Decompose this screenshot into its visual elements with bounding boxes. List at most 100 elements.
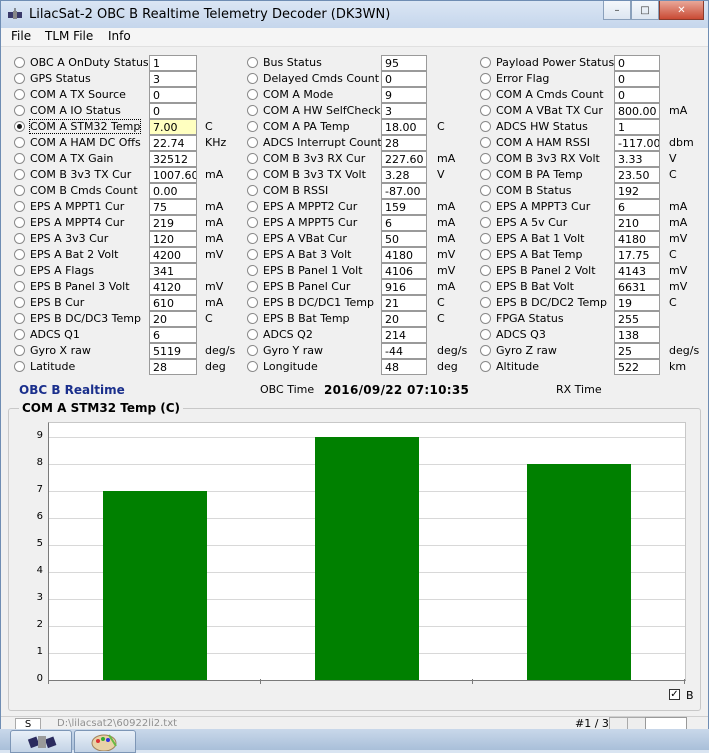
close-button[interactable]: ✕ [659, 1, 704, 20]
telemetry-radio[interactable] [14, 105, 25, 116]
telemetry-radio[interactable] [14, 153, 25, 164]
telemetry-row[interactable]: EPS A Flags 341 [14, 263, 242, 279]
telemetry-row[interactable]: EPS B Panel 3 Volt 4120 mV [14, 279, 242, 295]
telemetry-radio[interactable] [480, 105, 491, 116]
telemetry-radio[interactable] [480, 89, 491, 100]
telemetry-row[interactable]: EPS B Panel 1 Volt 4106 mV [247, 263, 475, 279]
telemetry-row[interactable]: Bus Status 95 [247, 55, 475, 71]
menu-info[interactable]: Info [108, 29, 131, 43]
menu-file[interactable]: File [11, 29, 31, 43]
telemetry-radio[interactable] [480, 313, 491, 324]
telemetry-radio[interactable] [247, 313, 258, 324]
telemetry-radio[interactable] [480, 345, 491, 356]
legend-checkbox[interactable]: ✓ [669, 689, 680, 700]
telemetry-radio[interactable] [14, 249, 25, 260]
telemetry-radio[interactable] [480, 249, 491, 260]
telemetry-row[interactable]: ADCS Q3 138 [480, 327, 708, 343]
telemetry-radio[interactable] [247, 169, 258, 180]
minimize-button[interactable]: – [603, 1, 631, 20]
telemetry-row[interactable]: Gyro Z raw 25 deg/s [480, 343, 708, 359]
telemetry-radio[interactable] [14, 121, 25, 132]
telemetry-row[interactable]: Longitude 48 deg [247, 359, 475, 375]
telemetry-radio[interactable] [247, 233, 258, 244]
telemetry-row[interactable]: ADCS HW Status 1 [480, 119, 708, 135]
telemetry-radio[interactable] [247, 281, 258, 292]
telemetry-row[interactable]: EPS A MPPT1 Cur 75 mA [14, 199, 242, 215]
telemetry-row[interactable]: EPS A Bat 1 Volt 4180 mV [480, 231, 708, 247]
telemetry-row[interactable]: COM A HAM RSSI -117.00 dbm [480, 135, 708, 151]
telemetry-row[interactable]: EPS B Panel 2 Volt 4143 mV [480, 263, 708, 279]
telemetry-row[interactable]: Gyro Y raw -44 deg/s [247, 343, 475, 359]
telemetry-radio[interactable] [14, 217, 25, 228]
telemetry-row[interactable]: COM A PA Temp 18.00 C [247, 119, 475, 135]
telemetry-radio[interactable] [14, 265, 25, 276]
telemetry-radio[interactable] [14, 281, 25, 292]
telemetry-radio[interactable] [247, 249, 258, 260]
telemetry-row[interactable]: COM B RSSI -87.00 [247, 183, 475, 199]
telemetry-radio[interactable] [14, 137, 25, 148]
telemetry-radio[interactable] [247, 297, 258, 308]
telemetry-radio[interactable] [247, 153, 258, 164]
telemetry-radio[interactable] [247, 105, 258, 116]
telemetry-row[interactable]: ADCS Interrupt Count 28 [247, 135, 475, 151]
telemetry-row[interactable]: Error Flag 0 [480, 71, 708, 87]
telemetry-radio[interactable] [247, 345, 258, 356]
telemetry-radio[interactable] [480, 121, 491, 132]
telemetry-radio[interactable] [480, 233, 491, 244]
telemetry-row[interactable]: EPS A VBat Cur 50 mA [247, 231, 475, 247]
telemetry-radio[interactable] [247, 137, 258, 148]
telemetry-radio[interactable] [14, 329, 25, 340]
telemetry-radio[interactable] [14, 361, 25, 372]
telemetry-row[interactable]: EPS B DC/DC3 Temp 20 C [14, 311, 242, 327]
telemetry-row[interactable]: EPS B DC/DC2 Temp 19 C [480, 295, 708, 311]
telemetry-row[interactable]: COM A Mode 9 [247, 87, 475, 103]
telemetry-row[interactable]: FPGA Status 255 [480, 311, 708, 327]
telemetry-radio[interactable] [14, 169, 25, 180]
telemetry-row[interactable]: COM B PA Temp 23.50 C [480, 167, 708, 183]
telemetry-row[interactable]: EPS B Bat Temp 20 C [247, 311, 475, 327]
telemetry-row[interactable]: EPS B Panel Cur 916 mA [247, 279, 475, 295]
telemetry-radio[interactable] [247, 57, 258, 68]
telemetry-row[interactable]: EPS B Cur 610 mA [14, 295, 242, 311]
telemetry-radio[interactable] [14, 185, 25, 196]
telemetry-radio[interactable] [480, 297, 491, 308]
telemetry-radio[interactable] [480, 201, 491, 212]
telemetry-radio[interactable] [247, 201, 258, 212]
telemetry-row[interactable]: COM A TX Source 0 [14, 87, 242, 103]
telemetry-row[interactable]: COM A HW SelfCheck 3 [247, 103, 475, 119]
telemetry-row[interactable]: COM B 3v3 RX Cur 227.60 mA [247, 151, 475, 167]
telemetry-row[interactable]: EPS B DC/DC1 Temp 21 C [247, 295, 475, 311]
telemetry-radio[interactable] [480, 57, 491, 68]
telemetry-row[interactable]: COM A HAM DC Offs 22.74 KHz [14, 135, 242, 151]
telemetry-row[interactable]: EPS A Bat 2 Volt 4200 mV [14, 247, 242, 263]
telemetry-radio[interactable] [480, 281, 491, 292]
telemetry-row[interactable]: COM A VBat TX Cur 800.00 mA [480, 103, 708, 119]
telemetry-radio[interactable] [247, 121, 258, 132]
telemetry-radio[interactable] [14, 89, 25, 100]
telemetry-row[interactable]: COM A IO Status 0 [14, 103, 242, 119]
telemetry-row[interactable]: GPS Status 3 [14, 71, 242, 87]
telemetry-row[interactable]: Delayed Cmds Count 0 [247, 71, 475, 87]
telemetry-row[interactable]: COM A STM32 Temp 7.00 C [14, 119, 242, 135]
telemetry-row[interactable]: EPS A 3v3 Cur 120 mA [14, 231, 242, 247]
telemetry-row[interactable]: Payload Power Status 0 [480, 55, 708, 71]
telemetry-row[interactable]: COM A TX Gain 32512 [14, 151, 242, 167]
telemetry-row[interactable]: EPS A MPPT4 Cur 219 mA [14, 215, 242, 231]
telemetry-row[interactable]: COM A Cmds Count 0 [480, 87, 708, 103]
telemetry-row[interactable]: OBC A OnDuty Status 1 [14, 55, 242, 71]
telemetry-radio[interactable] [247, 265, 258, 276]
telemetry-radio[interactable] [480, 169, 491, 180]
telemetry-row[interactable]: Altitude 522 km [480, 359, 708, 375]
telemetry-row[interactable]: EPS B Bat Volt 6631 mV [480, 279, 708, 295]
telemetry-radio[interactable] [14, 297, 25, 308]
telemetry-row[interactable]: COM B 3v3 TX Cur 1007.60 mA [14, 167, 242, 183]
telemetry-radio[interactable] [480, 217, 491, 228]
telemetry-row[interactable]: EPS A MPPT5 Cur 6 mA [247, 215, 475, 231]
telemetry-radio[interactable] [247, 89, 258, 100]
telemetry-radio[interactable] [247, 329, 258, 340]
telemetry-row[interactable]: ADCS Q2 214 [247, 327, 475, 343]
telemetry-row[interactable]: ADCS Q1 6 [14, 327, 242, 343]
telemetry-row[interactable]: Latitude 28 deg [14, 359, 242, 375]
menu-tlm-file[interactable]: TLM File [45, 29, 93, 43]
telemetry-row[interactable]: COM B 3v3 TX Volt 3.28 V [247, 167, 475, 183]
